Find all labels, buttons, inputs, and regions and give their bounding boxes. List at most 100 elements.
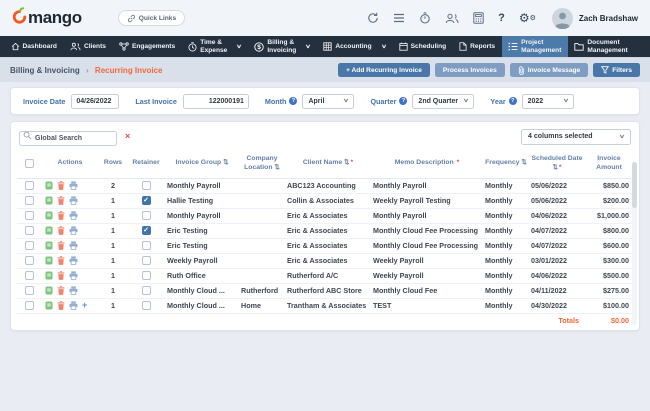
invoice-icon[interactable] (45, 196, 53, 205)
delete-icon[interactable] (57, 286, 65, 296)
retainer-checkbox[interactable] (141, 271, 151, 281)
help-icon[interactable]: ? (498, 12, 505, 24)
row-select-checkbox[interactable] (24, 181, 34, 191)
year-select[interactable]: 2022 ∨ (521, 93, 574, 109)
retainer-checkbox[interactable] (141, 181, 151, 191)
quarter-select[interactable]: 2nd Quarter ∨ (412, 93, 475, 109)
search-input[interactable] (19, 131, 117, 146)
add-line-icon[interactable]: + (82, 301, 87, 310)
delete-icon[interactable] (57, 301, 65, 311)
select-all-checkbox[interactable] (24, 158, 34, 168)
delete-icon[interactable] (57, 241, 65, 251)
nav-item-reports[interactable]: Reports (453, 36, 502, 57)
retainer-checkbox[interactable] (141, 241, 151, 251)
invoice-icon[interactable] (45, 241, 53, 250)
col-company-location[interactable]: Company Location ⇅ (239, 151, 285, 179)
table-row[interactable]: 1 ✓ Hallie Testing Collin & Associates Weekl… (17, 193, 633, 209)
filters-button[interactable]: Filters (593, 63, 640, 77)
invoice-icon[interactable] (45, 256, 53, 265)
required-asterisk: * (350, 159, 354, 167)
delete-icon[interactable] (57, 226, 65, 236)
retainer-checkbox[interactable] (141, 211, 151, 221)
row-select-checkbox[interactable] (24, 196, 34, 206)
columns-select[interactable]: 4 columns selected ∨ (521, 128, 631, 145)
print-icon[interactable] (69, 196, 78, 206)
print-icon[interactable] (69, 301, 78, 311)
col-frequency[interactable]: Frequency ⇅ (483, 151, 529, 179)
menu-icon[interactable] (393, 13, 405, 23)
retainer-checkbox[interactable] (141, 301, 151, 311)
quick-links-button[interactable]: Quick Links (117, 10, 186, 26)
nav-item-billing-invoicing[interactable]: $ Billing & Invoicing ∨ (248, 36, 317, 57)
quarter-help-icon[interactable]: ? (399, 97, 408, 105)
invoice-icon[interactable] (45, 271, 53, 280)
retainer-checkbox[interactable]: ✓ (141, 196, 151, 206)
delete-icon[interactable] (57, 211, 65, 221)
users-icon[interactable] (445, 13, 459, 24)
breadcrumb-parent[interactable]: Billing & Invoicing (10, 66, 80, 75)
nav-item-accounting[interactable]: Accounting ∨ (317, 36, 392, 57)
col-scheduled-date[interactable]: Scheduled Date ⇅* (529, 151, 585, 179)
nav-item-engagements[interactable]: Engagements (112, 36, 181, 57)
add-recurring-invoice-button[interactable]: + Add Recurring Invoice (338, 63, 430, 77)
delete-icon[interactable] (57, 181, 65, 191)
invoice-icon[interactable] (45, 226, 53, 235)
clear-search-icon[interactable]: × (125, 132, 130, 141)
print-icon[interactable] (69, 181, 78, 191)
row-select-checkbox[interactable] (24, 211, 34, 221)
print-icon[interactable] (69, 211, 78, 221)
table-row[interactable]: 1 Ruth Office Rutherford A/C Weekly Payroll… (17, 268, 633, 284)
table-row[interactable]: 2 Monthly Payroll ABC123 Accounting Monthly… (17, 178, 633, 194)
table-row[interactable]: 1 Monthly Cloud ... Rutherford Rutherford A… (17, 283, 633, 299)
nav-item-time-expense[interactable]: Time & Expense ∨ (182, 36, 248, 57)
scrollbar-thumb[interactable] (632, 162, 637, 208)
retainer-checkbox[interactable] (141, 256, 151, 266)
row-select-checkbox[interactable] (24, 286, 34, 296)
print-icon[interactable] (69, 286, 78, 296)
table-row[interactable]: +1 Monthly Cloud ... Home Trantham & Associ… (17, 298, 633, 314)
table-row[interactable]: 1 Monthly Payroll Eric & Associates Monthly… (17, 208, 633, 224)
invoice-message-button[interactable]: Invoice Message (509, 63, 589, 77)
print-icon[interactable] (69, 226, 78, 236)
table-row[interactable]: 1 ✓ Eric Testing Eric & Associates Monthly C… (17, 223, 633, 239)
settings-icon[interactable]: ⚙ ⚙ (519, 12, 536, 24)
timer-icon[interactable] (419, 12, 431, 24)
nav-item-clients[interactable]: Clients (63, 36, 112, 57)
invoice-icon[interactable] (45, 181, 53, 190)
print-icon[interactable] (69, 256, 78, 266)
sync-icon[interactable] (367, 12, 379, 24)
app-logo[interactable]: mango (12, 7, 82, 29)
row-select-checkbox[interactable] (24, 226, 34, 236)
user-menu[interactable]: Zach Bradshaw (551, 7, 638, 29)
row-select-checkbox[interactable] (24, 301, 34, 311)
nav-item-document-management[interactable]: Document Management (568, 36, 634, 57)
table-row[interactable]: 1 Weekly Payroll Eric & Associates Weekly P… (17, 253, 633, 269)
process-invoices-button[interactable]: Process Invoices (434, 63, 505, 77)
col-invoice-group[interactable]: Invoice Group ⇅ (165, 151, 239, 179)
nav-item-project-management[interactable]: Project Management (501, 36, 568, 57)
table-row[interactable]: 1 Eric Testing Eric & Associates Monthly Cl… (17, 238, 633, 254)
invoice-date-input[interactable] (71, 93, 120, 109)
print-icon[interactable] (69, 271, 78, 281)
delete-icon[interactable] (57, 271, 65, 281)
col-client-name[interactable]: Client Name ⇅* (285, 151, 371, 179)
year-help-icon[interactable]: ? (508, 97, 517, 105)
last-invoice-input[interactable] (182, 93, 249, 109)
table-scrollbar[interactable] (632, 162, 637, 326)
retainer-checkbox[interactable] (141, 286, 151, 296)
delete-icon[interactable] (57, 256, 65, 266)
invoice-icon[interactable] (45, 286, 53, 295)
month-select[interactable]: April ∨ (302, 93, 355, 109)
print-icon[interactable] (69, 241, 78, 251)
nav-item-dashboard[interactable]: Dashboard (4, 36, 63, 57)
retainer-checkbox[interactable]: ✓ (141, 226, 151, 236)
row-select-checkbox[interactable] (24, 256, 34, 266)
month-help-icon[interactable]: ? (289, 97, 298, 105)
nav-item-scheduling[interactable]: Scheduling (392, 36, 453, 57)
delete-icon[interactable] (57, 196, 65, 206)
calculator-icon[interactable] (473, 12, 484, 24)
invoice-icon[interactable] (45, 301, 53, 310)
row-select-checkbox[interactable] (24, 271, 34, 281)
row-select-checkbox[interactable] (24, 241, 34, 251)
invoice-icon[interactable] (45, 211, 53, 220)
